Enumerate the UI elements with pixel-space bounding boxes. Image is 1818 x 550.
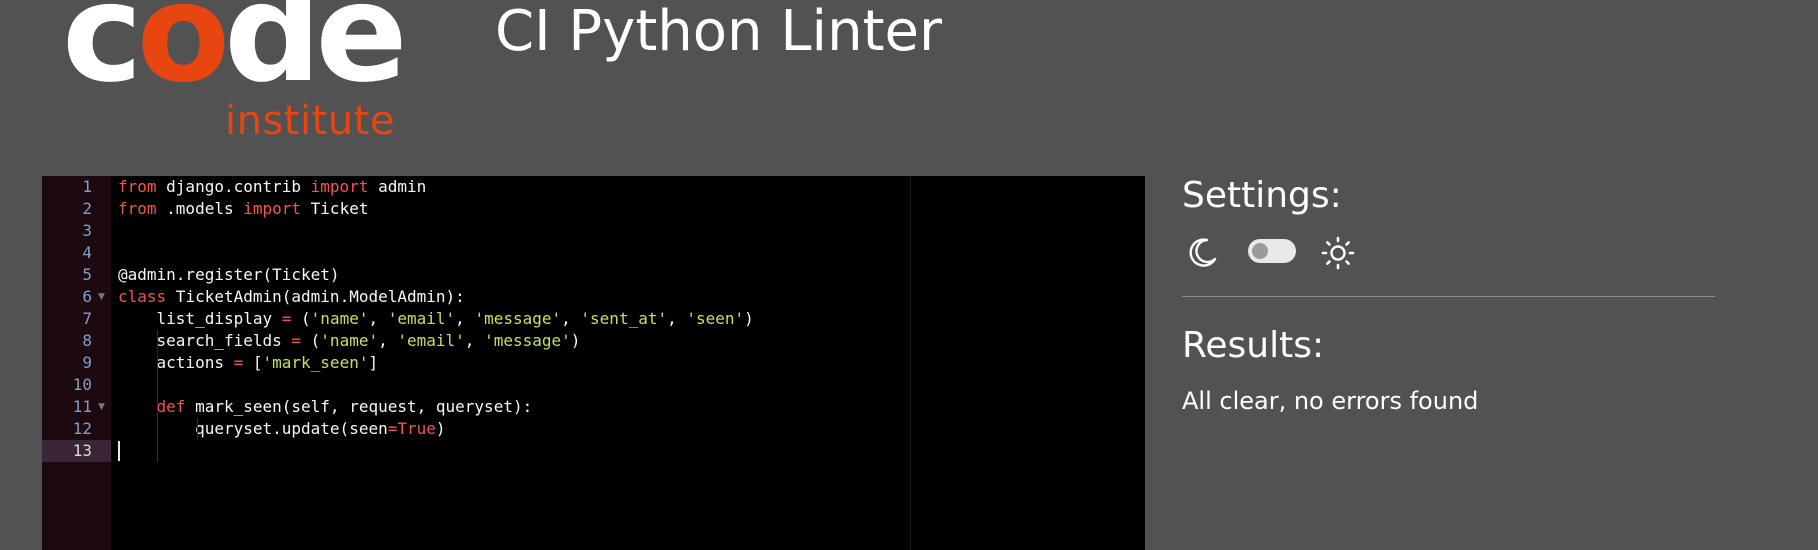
code-token: TicketAdmin(admin.ModelAdmin):: [166, 287, 465, 306]
code-token: True: [397, 419, 436, 438]
code-token: =: [291, 331, 302, 350]
line-number: 1: [82, 177, 92, 196]
code-token: =: [281, 309, 292, 328]
code-token: admin: [368, 177, 427, 196]
code-token: mark_seen(self, request, queryset):: [185, 397, 533, 416]
code-token: ,: [368, 309, 388, 328]
code-line: queryset.update(seen=True): [118, 418, 446, 440]
code-token: 'name': [320, 331, 379, 350]
code-token: 'name': [310, 309, 369, 328]
code-token: ,: [455, 309, 475, 328]
code-token: search_fields: [118, 331, 292, 350]
code-token: import: [243, 199, 302, 218]
code-token: from: [118, 177, 157, 196]
code-line: search_fields = ('name', 'email', 'messa…: [118, 330, 581, 352]
settings-heading: Settings:: [1182, 175, 1342, 216]
code-token: .models: [156, 199, 244, 218]
line-number: 11: [72, 397, 92, 416]
logo-word: code: [62, 0, 408, 113]
line-number: 7: [82, 309, 92, 328]
code-token: class: [118, 287, 167, 306]
code-token: =: [387, 419, 398, 438]
code-editor[interactable]: 1 2 3 4 5 6 ▼ 7 8 9 10 11 ▼ 12 13 from django.contrib …: [42, 176, 1145, 550]
code-line: @admin.register(Ticket): [118, 264, 340, 286]
code-token: ,: [378, 331, 398, 350]
code-line: from django.contrib import admin: [118, 176, 426, 198]
code-token: list_display: [118, 309, 282, 328]
code-token: @admin.register(Ticket): [118, 265, 340, 284]
moon-icon[interactable]: [1186, 235, 1220, 269]
code-token: 'sent_at': [580, 309, 668, 328]
text-cursor: [118, 441, 120, 461]
code-token: 'email': [387, 309, 456, 328]
code-token: import: [310, 177, 369, 196]
code-institute-logo: code institute: [62, 0, 408, 150]
code-line: def mark_seen(self, request, queryset):: [118, 396, 533, 418]
code-line: from .models import Ticket: [118, 198, 368, 220]
results-heading: Results:: [1182, 325, 1325, 366]
line-number: 2: [82, 199, 92, 218]
code-token: ,: [561, 309, 581, 328]
code-line: class TicketAdmin(admin.ModelAdmin):: [118, 286, 465, 308]
line-number: 4: [82, 243, 92, 262]
theme-toggle[interactable]: [1248, 239, 1296, 263]
code-token: 'email': [397, 331, 465, 350]
fold-toggle-icon[interactable]: ▼: [98, 286, 105, 308]
code-line: list_display = ('name', 'email', 'messag…: [118, 308, 754, 330]
code-token: 'seen': [686, 309, 745, 328]
code-token: 'message': [484, 331, 571, 350]
logo-subword: institute: [225, 98, 395, 144]
sun-icon[interactable]: [1320, 235, 1356, 271]
code-token: ,: [667, 309, 687, 328]
code-token: ): [570, 331, 581, 350]
code-token: def: [156, 397, 186, 416]
print-margin: [910, 176, 911, 550]
code-token: django.contrib: [156, 177, 311, 196]
toggle-knob: [1252, 243, 1268, 259]
code-token: 'message': [474, 309, 562, 328]
code-token: ): [744, 309, 754, 328]
code-token: Ticket: [301, 199, 369, 218]
code-token: actions: [118, 353, 234, 372]
page-title: CI Python Linter: [495, 0, 943, 64]
code-token: =: [233, 353, 244, 372]
indent-guide: [197, 418, 198, 440]
code-token: ]: [368, 353, 379, 372]
line-number: 8: [82, 331, 92, 350]
fold-toggle-icon[interactable]: ▼: [98, 396, 105, 418]
line-number: 12: [72, 419, 92, 438]
results-message: All clear, no errors found: [1182, 387, 1479, 415]
code-token: from: [118, 199, 157, 218]
section-divider: [1182, 296, 1715, 297]
line-number: 3: [82, 221, 92, 240]
code-token: (: [291, 309, 311, 328]
code-token: queryset.update(seen: [118, 419, 388, 438]
code-token: [: [243, 353, 263, 372]
line-number: 6: [82, 287, 92, 306]
line-number: 10: [72, 375, 92, 394]
code-token: 'mark_seen': [262, 353, 369, 372]
code-token: ,: [464, 331, 485, 350]
code-token: ): [435, 419, 446, 438]
code-token: (: [301, 331, 321, 350]
line-number: 9: [82, 353, 92, 372]
line-number: 13: [42, 440, 111, 462]
indent-guide: [157, 330, 158, 462]
line-number: 5: [82, 265, 92, 284]
